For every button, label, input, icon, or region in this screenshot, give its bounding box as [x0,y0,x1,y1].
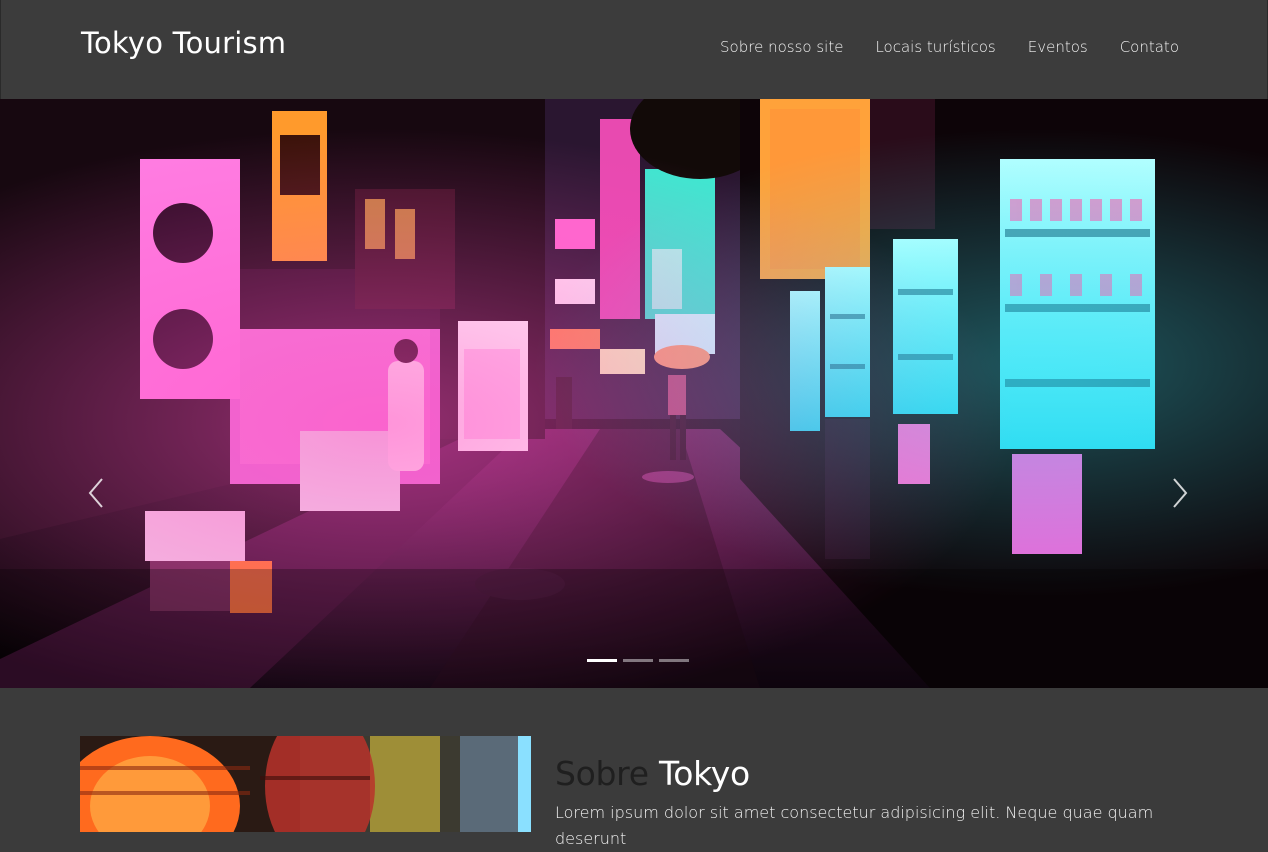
carousel-indicator-2[interactable] [623,659,653,662]
about-image [80,736,531,832]
chevron-left-icon [88,478,103,508]
nav-link-sobre[interactable]: Sobre nosso site [720,38,843,56]
carousel-slide-image [0,99,1268,688]
about-title-strong: Tokyo [658,754,750,793]
carousel-next-button[interactable] [1168,477,1190,509]
about-paragraph: Lorem ipsum dolor sit amet consectetur a… [555,803,1154,848]
carousel-indicator-3[interactable] [659,659,689,662]
carousel-indicators [587,659,689,662]
main-nav: Sobre nosso site Locais turísticos Event… [720,38,1179,56]
about-title: Sobre Tokyo [555,754,750,793]
nav-link-locais[interactable]: Locais turísticos [875,38,995,56]
nav-link-eventos[interactable]: Eventos [1028,38,1088,56]
site-brand[interactable]: Tokyo Tourism [81,26,286,60]
about-title-muted: Sobre [555,754,649,793]
site-header: Tokyo Tourism Sobre nosso site Locais tu… [0,0,1268,99]
about-section: Sobre Tokyo Lorem ipsum dolor sit amet c… [0,688,1268,848]
hero-carousel [0,99,1268,688]
nav-link-contato[interactable]: Contato [1120,38,1179,56]
carousel-prev-button[interactable] [86,477,108,509]
chevron-right-icon [1173,478,1188,508]
carousel-indicator-1[interactable] [587,659,617,662]
